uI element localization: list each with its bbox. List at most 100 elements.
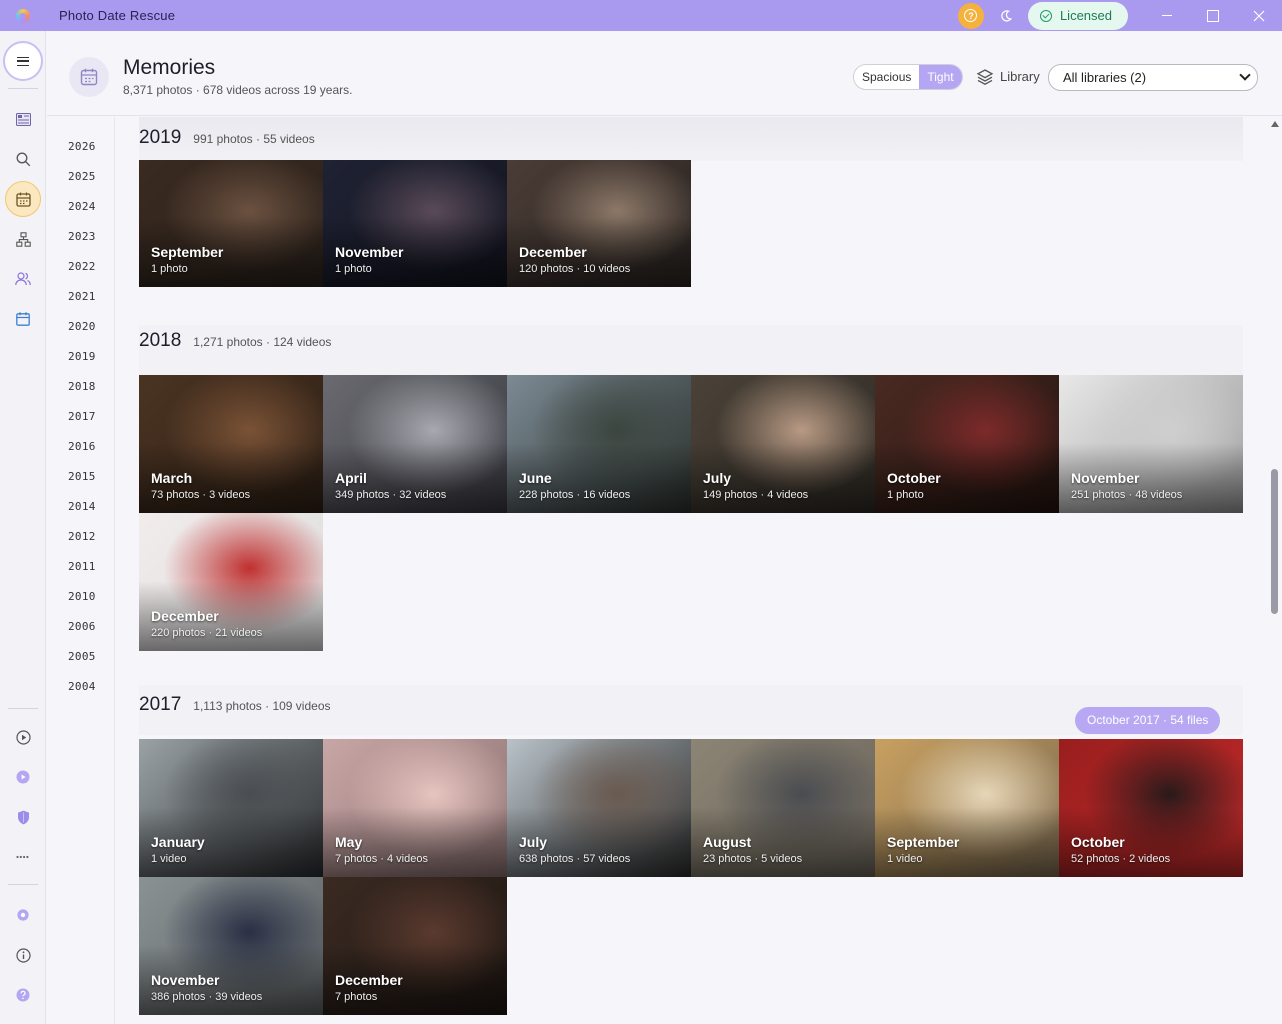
month-tile[interactable]: October 1 photo xyxy=(875,375,1059,513)
video-nav[interactable] xyxy=(13,767,33,787)
month-counts: 7 photos xyxy=(335,991,378,1003)
theme-toggle-button[interactable] xyxy=(994,4,1018,28)
scrollbar[interactable] xyxy=(1267,117,1282,1024)
month-tile[interactable]: September 1 photo xyxy=(139,160,323,287)
month-tile[interactable]: November 251 photos · 48 videos xyxy=(1059,375,1243,513)
density-toggle: Spacious Tight xyxy=(853,64,963,90)
month-tile[interactable]: August 23 photos · 5 videos xyxy=(691,739,875,877)
minimize-button[interactable] xyxy=(1144,0,1190,31)
calendar-month-nav[interactable] xyxy=(13,309,33,329)
year-counts: 1,271 photos · 124 videos xyxy=(193,335,332,349)
year-rail-item[interactable]: 2020 xyxy=(68,320,96,333)
people-nav[interactable] xyxy=(13,269,33,289)
shield-nav[interactable] xyxy=(13,807,33,827)
month-label: May xyxy=(335,834,363,850)
title-bar: Photo Date Rescue ? Licensed xyxy=(0,0,1282,31)
play-nav[interactable] xyxy=(13,727,33,747)
density-tight-button[interactable]: Tight xyxy=(919,65,962,89)
month-tile[interactable]: December 220 photos · 21 videos xyxy=(139,513,323,651)
more-nav[interactable] xyxy=(13,847,33,867)
month-label: October xyxy=(887,470,941,486)
memories-content: 2019 991 photos · 55 videos 2018 1,271 p… xyxy=(116,117,1266,1024)
scrollbar-thumb[interactable] xyxy=(1271,469,1278,614)
month-tile[interactable]: July 149 photos · 4 videos xyxy=(691,375,875,513)
year-rail-item[interactable]: 2014 xyxy=(68,500,96,513)
hierarchy-icon xyxy=(15,231,31,247)
month-tile[interactable]: December 120 photos · 10 videos xyxy=(507,160,691,287)
month-counts: 73 photos · 3 videos xyxy=(151,489,251,501)
month-counts: 228 photos · 16 videos xyxy=(519,489,631,501)
year-rail-item[interactable]: 2010 xyxy=(68,590,96,603)
month-tile[interactable]: July 638 photos · 57 videos xyxy=(507,739,691,877)
search-nav[interactable] xyxy=(13,149,33,169)
sidebar-divider xyxy=(8,88,38,89)
month-tile[interactable]: October 52 photos · 2 videos xyxy=(1059,739,1243,877)
month-counts: 386 photos · 39 videos xyxy=(151,991,263,1003)
year-rail-item[interactable]: 2005 xyxy=(68,650,96,663)
library-label: Library xyxy=(1000,69,1040,84)
month-tile[interactable]: December 7 photos xyxy=(323,877,507,1015)
help-icon xyxy=(16,988,30,1002)
app-logo-icon xyxy=(16,8,30,23)
month-label: June xyxy=(519,470,552,486)
help-button[interactable]: ? xyxy=(957,2,984,29)
year-rail-item[interactable]: 2017 xyxy=(68,410,96,423)
year-rail-item[interactable]: 2021 xyxy=(68,290,96,303)
year-rail-item[interactable]: 2026 xyxy=(68,140,96,153)
settings-nav[interactable] xyxy=(13,905,33,925)
library-select[interactable]: All libraries (2) xyxy=(1048,64,1258,91)
help-nav[interactable] xyxy=(13,985,33,1005)
year-rail-item[interactable]: 2006 xyxy=(68,620,96,633)
sidebar-divider xyxy=(8,884,38,885)
month-counts: 1 photo xyxy=(151,263,188,275)
month-tile[interactable]: November 386 photos · 39 videos xyxy=(139,877,323,1015)
month-tile[interactable]: June 228 photos · 16 videos xyxy=(507,375,691,513)
year-rail-item[interactable]: 2012 xyxy=(68,530,96,543)
year-rail-item[interactable]: 2023 xyxy=(68,230,96,243)
month-tile[interactable]: September 1 video xyxy=(875,739,1059,877)
month-tile[interactable]: January 1 video xyxy=(139,739,323,877)
month-tile[interactable]: November 1 photo xyxy=(323,160,507,287)
year-rail-item[interactable]: 2022 xyxy=(68,260,96,273)
month-tile[interactable]: April 349 photos · 32 videos xyxy=(323,375,507,513)
close-button[interactable] xyxy=(1236,0,1282,31)
video-icon xyxy=(16,770,30,784)
info-nav[interactable] xyxy=(13,945,33,965)
scroll-up-icon[interactable] xyxy=(1271,121,1279,127)
shield-icon xyxy=(17,810,29,824)
month-label: December xyxy=(151,608,219,624)
year-rail-item[interactable]: 2004 xyxy=(68,680,96,693)
month-tile[interactable]: May 7 photos · 4 videos xyxy=(323,739,507,877)
memories-header-icon xyxy=(69,57,109,97)
month-counts: 149 photos · 4 videos xyxy=(703,489,809,501)
year-rail-item[interactable]: 2019 xyxy=(68,350,96,363)
dashboard-nav[interactable] xyxy=(13,109,33,129)
month-counts: 1 video xyxy=(151,853,187,865)
menu-button[interactable] xyxy=(3,41,43,81)
month-label: November xyxy=(1071,470,1140,486)
year-header-2018: 2018 1,271 photos · 124 videos xyxy=(139,330,331,352)
density-spacious-button[interactable]: Spacious xyxy=(854,65,919,89)
year-rail-item[interactable]: 2015 xyxy=(68,470,96,483)
year-header-2019: 2019 991 photos · 55 videos xyxy=(139,127,315,149)
month-counts: 1 photo xyxy=(335,263,372,275)
year-rail-item[interactable]: 2018 xyxy=(68,380,96,393)
question-icon: ? xyxy=(964,9,978,22)
year-rail-item[interactable]: 2024 xyxy=(68,200,96,213)
maximize-button[interactable] xyxy=(1190,0,1236,31)
memories-nav[interactable] xyxy=(13,189,33,209)
check-circle-icon xyxy=(1039,9,1052,22)
month-tile[interactable]: March 73 photos · 3 videos xyxy=(139,375,323,513)
hierarchy-nav[interactable] xyxy=(13,229,33,249)
month-counts: 638 photos · 57 videos xyxy=(519,853,631,865)
people-icon xyxy=(15,272,31,286)
year-rail-item[interactable]: 2025 xyxy=(68,170,96,183)
license-status-button[interactable]: Licensed xyxy=(1027,1,1128,30)
month-label: January xyxy=(151,834,205,850)
year-label: 2019 xyxy=(139,127,182,148)
app-title: Photo Date Rescue xyxy=(59,8,176,23)
year-rail-item[interactable]: 2011 xyxy=(68,560,96,573)
month-label: August xyxy=(703,834,752,850)
year-rail-item[interactable]: 2016 xyxy=(68,440,96,453)
info-icon xyxy=(15,947,31,963)
